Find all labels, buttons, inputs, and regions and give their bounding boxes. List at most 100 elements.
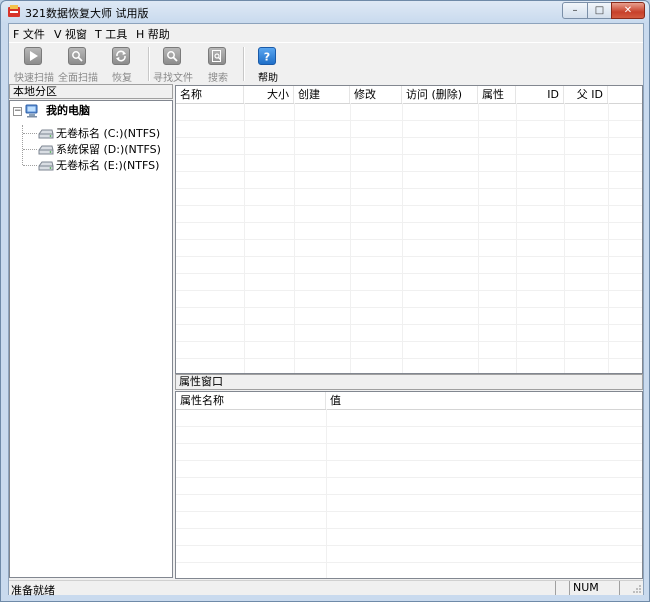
num-lock-indicator: NUM (569, 581, 619, 595)
full-scan-label: 全面扫描 (58, 73, 98, 84)
tree-connector (23, 133, 37, 134)
grid-line (176, 460, 642, 461)
grid-line (176, 443, 642, 444)
drive-icon (38, 145, 54, 155)
partition-tree[interactable]: − 我的电脑 无卷标名 (C:)(NTFS) 系统保留 (D:)(NTFS) 无… (9, 100, 173, 578)
grid-line (176, 290, 642, 291)
search-label: 搜索 (208, 73, 228, 84)
grid-line (176, 256, 642, 257)
tree-connector (23, 165, 37, 166)
tree-expander[interactable]: − (13, 107, 22, 116)
file-list-header: 名称 大小 创建 修改 访问 (删除) 属性 ID 父 ID (176, 86, 642, 104)
grid-line (176, 545, 642, 546)
column-header-size[interactable]: 大小 (244, 86, 294, 103)
find-file-button[interactable]: 寻找文件 (148, 45, 198, 84)
recover-icon (112, 47, 130, 65)
app-icon (8, 5, 20, 17)
grid-line (350, 103, 351, 373)
grid-line (478, 103, 479, 373)
search-icon (208, 47, 226, 65)
maximize-button[interactable]: □ (587, 2, 612, 19)
close-button[interactable]: ✕ (611, 2, 645, 19)
grid-line (326, 409, 327, 578)
grid-line (176, 171, 642, 172)
tree-label-drive-e: 无卷标名 (E:)(NTFS) (56, 159, 160, 172)
file-list[interactable]: 名称 大小 创建 修改 访问 (删除) 属性 ID 父 ID (175, 85, 643, 374)
tree-label-my-computer: 我的电脑 (46, 104, 90, 117)
drive-icon (38, 161, 54, 171)
status-text: 准备就绪 (11, 584, 55, 597)
column-header-id[interactable]: ID (516, 86, 564, 103)
grid-line (176, 477, 642, 478)
grid-line (176, 222, 642, 223)
app-window: 321数据恢复大师 试用版 – □ ✕ F 文件 V 视窗 T 工具 H 帮助 … (0, 0, 650, 602)
column-header-value[interactable]: 值 (326, 392, 642, 409)
column-header-property-name[interactable]: 属性名称 (176, 392, 326, 409)
grid-line (176, 494, 642, 495)
drive-icon (38, 129, 54, 139)
window-title: 321数据恢复大师 试用版 (25, 7, 149, 20)
find-file-label: 寻找文件 (153, 73, 193, 84)
tree-connector (23, 149, 37, 150)
tree-label-drive-c: 无卷标名 (C:)(NTFS) (56, 127, 161, 140)
scan-icon (68, 47, 86, 65)
quick-scan-button[interactable]: 快速扫描 (9, 45, 59, 84)
toolbar: 快速扫描 全面扫描 恢复 寻找文件 搜索 ? 帮助 (9, 42, 643, 86)
svg-text:?: ? (264, 51, 270, 63)
recover-label: 恢复 (112, 73, 132, 84)
find-file-icon (163, 47, 181, 65)
full-scan-button[interactable]: 全面扫描 (53, 45, 103, 84)
column-header-attributes[interactable]: 属性 (478, 86, 516, 103)
column-header-parent-id[interactable]: 父 ID (564, 86, 608, 103)
grid-line (176, 307, 642, 308)
grid-line (176, 341, 642, 342)
grid-line (294, 103, 295, 373)
grid-line (176, 273, 642, 274)
grid-line (176, 137, 642, 138)
status-bar: 准备就绪 NUM (9, 580, 643, 597)
computer-icon (25, 104, 38, 118)
column-header-name[interactable]: 名称 (176, 86, 244, 103)
help-button[interactable]: ? 帮助 (243, 45, 293, 84)
grid-line (564, 103, 565, 373)
grid-line (176, 120, 642, 121)
client-area: F 文件 V 视窗 T 工具 H 帮助 快速扫描 全面扫描 恢复 寻找文件 搜索… (8, 23, 644, 597)
title-bar[interactable]: 321数据恢复大师 试用版 – □ ✕ (1, 1, 649, 23)
menu-bar: F 文件 V 视窗 T 工具 H 帮助 (9, 24, 643, 42)
grid-line (176, 239, 642, 240)
grid-line (608, 103, 609, 373)
column-header-created[interactable]: 创建 (294, 86, 350, 103)
grid-line (176, 511, 642, 512)
properties-header: 属性名称 值 (176, 392, 642, 410)
grid-line (244, 103, 245, 373)
resize-grip-icon[interactable] (632, 584, 642, 594)
tree-connector (22, 125, 23, 165)
menu-file[interactable]: F 文件 (13, 26, 45, 42)
column-header-modified[interactable]: 修改 (350, 86, 402, 103)
properties-pane-caption-bar: 属性窗口 (175, 374, 643, 390)
search-button[interactable]: 搜索 (193, 45, 243, 84)
grid-line (176, 205, 642, 206)
grid-line (176, 426, 642, 427)
play-icon (24, 47, 42, 65)
menu-help[interactable]: H 帮助 (136, 26, 170, 42)
quick-scan-label: 快速扫描 (14, 73, 54, 84)
minimize-button[interactable]: – (562, 2, 588, 19)
grid-line (176, 324, 642, 325)
grid-line (176, 528, 642, 529)
menu-view[interactable]: V 视窗 (54, 26, 87, 42)
menu-tools[interactable]: T 工具 (95, 26, 127, 42)
grid-line (516, 103, 517, 373)
properties-list[interactable]: 属性名称 值 (175, 391, 643, 579)
recover-button[interactable]: 恢复 (97, 45, 147, 84)
grid-line (176, 358, 642, 359)
help-icon: ? (258, 47, 276, 65)
properties-pane-caption: 属性窗口 (175, 374, 643, 390)
grid-line (176, 154, 642, 155)
grid-line (176, 188, 642, 189)
tree-label-drive-d: 系统保留 (D:)(NTFS) (56, 143, 161, 156)
grid-line (402, 103, 403, 373)
help-label: 帮助 (258, 73, 278, 84)
partition-pane: 本地分区 − 我的电脑 无卷标名 (C:)(NTFS) 系统保留 (D:)(NT… (9, 84, 173, 579)
column-header-accessed[interactable]: 访问 (删除) (402, 86, 478, 103)
